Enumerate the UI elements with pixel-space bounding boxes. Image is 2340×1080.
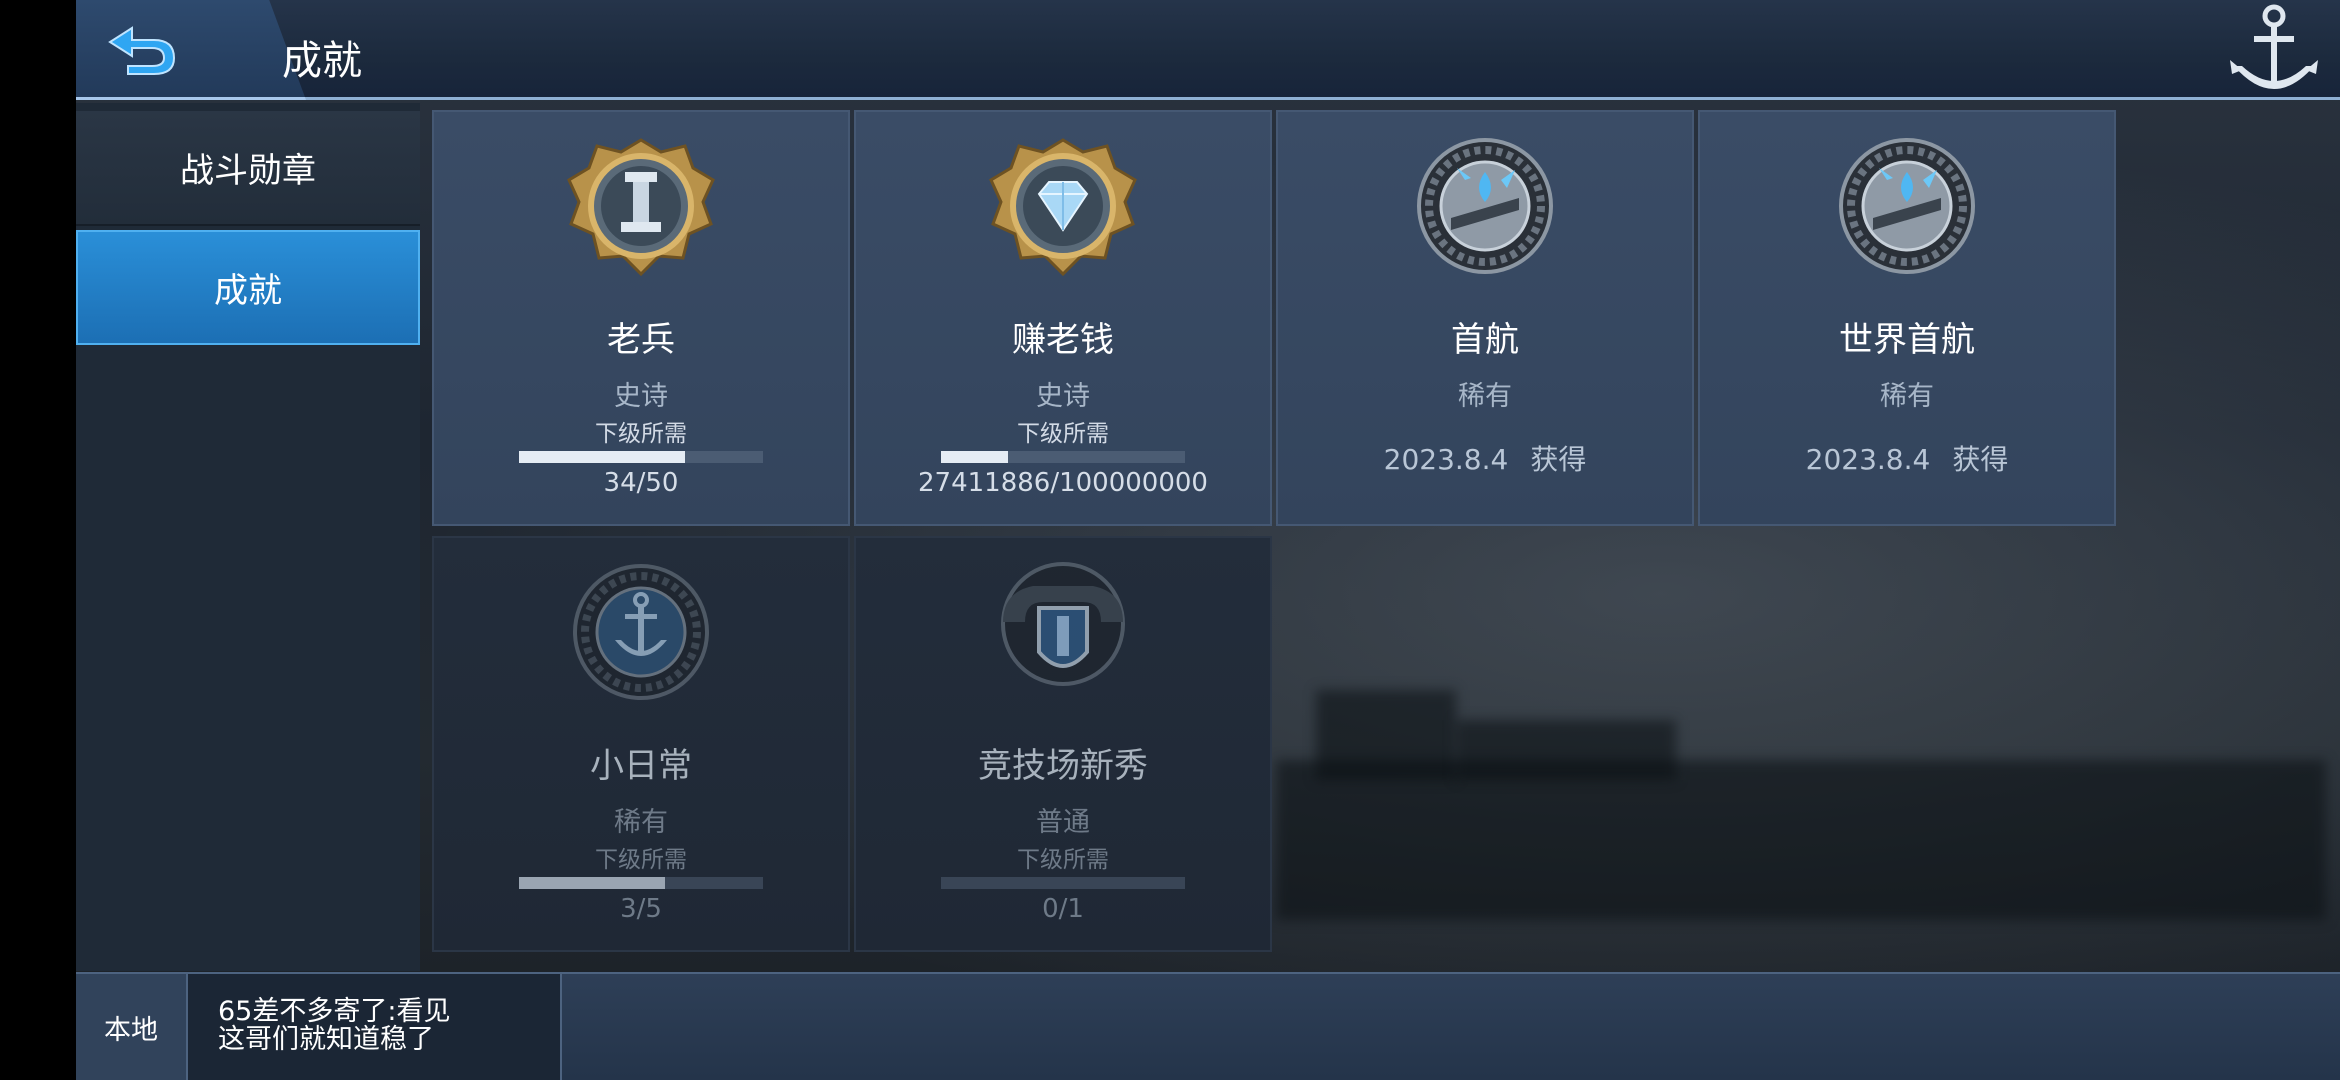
anchor-logo-icon[interactable] [2226,0,2322,104]
sidebar-item-achievements[interactable]: 成就 [76,230,420,345]
progress-count: 0/1 [1042,894,1084,924]
achievement-rarity: 普通 [1036,807,1090,838]
progress-fill [519,451,685,463]
chat-bar[interactable]: 本地 65差不多寄了:看见 这哥们就知道稳了 [76,972,2340,1080]
progress-count: 27411886/100000000 [918,468,1208,498]
next-level-requirement-label: 下级所需 [595,421,687,447]
progress-count: 34/50 [603,468,679,498]
achievement-card-world-voyage[interactable]: 世界首航 稀有 2023.8.4 获得 [1698,110,2116,526]
obtained-date: 2023.8.4 获得 [1278,438,1692,478]
obtained-label: 获得 [1952,443,2009,476]
progress-bar [519,877,763,889]
achievement-card-veteran[interactable]: 老兵 史诗 下级所需 34/50 [432,110,850,526]
sidebar-item-battle-medals[interactable]: 战斗勋章 [76,111,420,226]
achievement-rarity: 史诗 [1036,381,1090,412]
chat-message-line: 这哥们就知道稳了 [218,1024,434,1055]
achievement-card-small-daily[interactable]: 小日常 稀有 下级所需 3/5 [432,536,850,952]
world-voyage-medal-icon [1827,136,1987,286]
achievement-rarity: 稀有 [1458,381,1512,412]
progress-bar [941,451,1185,463]
veteran-medal-icon [561,136,721,286]
achievement-name: 首航 [1451,320,1519,360]
next-level-requirement-label: 下级所需 [1017,421,1109,447]
sidebar-item-label: 战斗勋章 [180,151,316,191]
achievement-rarity: 稀有 [614,807,668,838]
obtained-date-value: 2023.8.4 [1383,443,1509,476]
diamond-medal-icon [983,136,1143,286]
achievement-name: 世界首航 [1839,320,1975,360]
background-ship-tower [1316,690,1456,780]
obtained-date: 2023.8.4 获得 [1700,438,2114,478]
obtained-label: 获得 [1530,443,1587,476]
achievement-card-maiden-voyage[interactable]: 首航 稀有 2023.8.4 获得 [1276,110,1694,526]
achievement-name: 赚老钱 [1012,320,1114,360]
background-ship-silhouette [1276,760,2326,920]
next-level-requirement-label: 下级所需 [1017,847,1109,873]
achievement-card-make-money[interactable]: 赚老钱 史诗 下级所需 27411886/100000000 [854,110,1272,526]
obtained-date-value: 2023.8.4 [1805,443,1931,476]
achievement-card-arena-rookie[interactable]: 竞技场新秀 普通 下级所需 0/1 [854,536,1272,952]
left-blackout [0,0,76,1080]
achievement-rarity: 史诗 [614,381,668,412]
next-level-requirement-label: 下级所需 [595,847,687,873]
progress-count: 3/5 [620,894,662,924]
progress-bar [519,451,763,463]
arena-shield-medal-icon [983,562,1143,712]
sidebar: 战斗勋章 成就 [76,103,420,971]
anchor-medal-icon [561,562,721,712]
background-ship-deck [1456,720,1676,780]
achievement-name: 老兵 [607,320,675,360]
progress-bar [941,877,1185,889]
achievements-screen: 成就 战斗勋章 成就 老兵 史诗 下级所需 34/50 赚老钱 史诗 下级所需 … [76,0,2340,1080]
chat-channel-button[interactable]: 本地 [76,974,188,1080]
progress-fill [519,877,666,889]
chat-message-line: 65差不多寄了:看见 [218,996,451,1027]
top-header: 成就 [76,0,2340,100]
achievement-name: 竞技场新秀 [978,746,1148,786]
achievement-rarity: 稀有 [1880,381,1934,412]
page-title: 成就 [282,38,362,84]
achievement-name: 小日常 [590,746,692,786]
chat-message[interactable]: 65差不多寄了:看见 这哥们就知道稳了 [188,974,562,1080]
back-arrow-icon[interactable] [102,20,182,80]
sidebar-item-label: 成就 [214,271,282,311]
maiden-voyage-medal-icon [1405,136,1565,286]
progress-fill [941,451,1008,463]
